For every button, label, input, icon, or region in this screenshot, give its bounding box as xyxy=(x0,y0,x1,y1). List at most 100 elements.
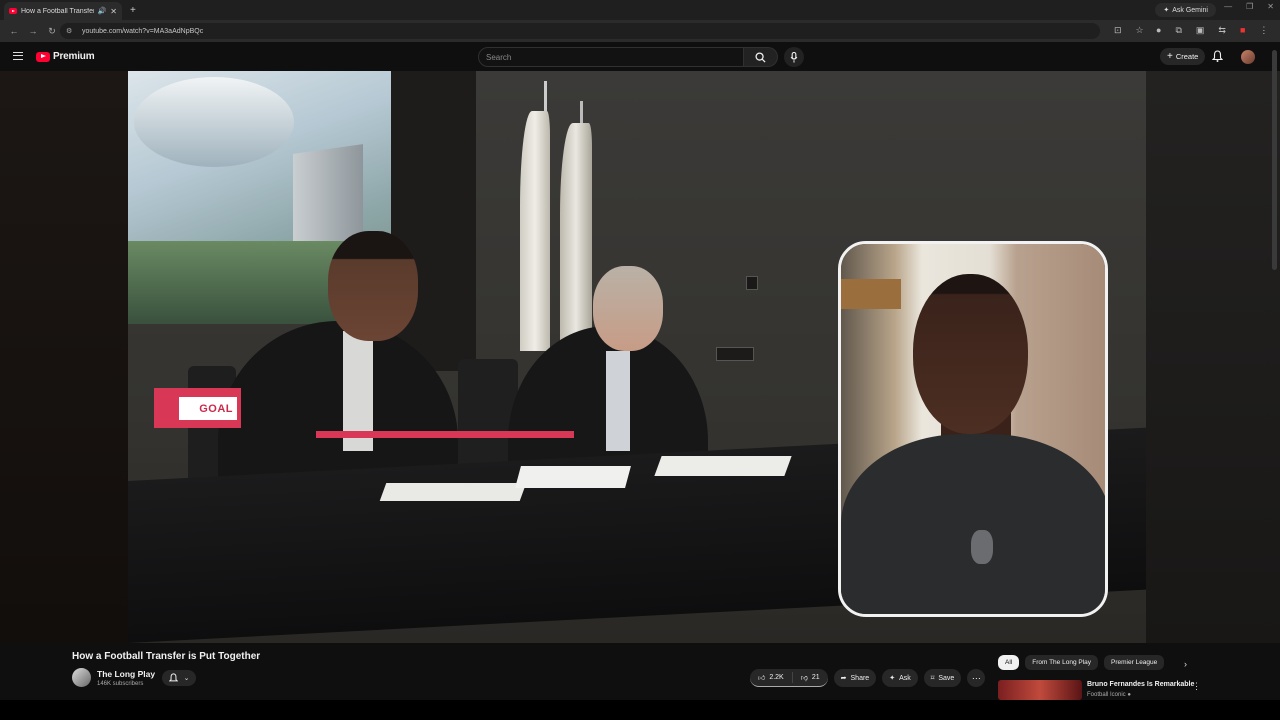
chevron-right-icon[interactable]: › xyxy=(1184,659,1187,669)
voice-search-button[interactable] xyxy=(784,47,804,67)
page-scrollbar[interactable] xyxy=(1272,50,1277,270)
forward-icon[interactable]: → xyxy=(28,26,38,36)
ask-button[interactable]: ✦ Ask xyxy=(882,669,918,687)
recommendation-chips: All From The Long Play Premier League xyxy=(998,655,1165,670)
omnibox-actions: ⊡ ☆ xyxy=(1114,25,1144,36)
recommendation-channel: Football Iconic ● xyxy=(1087,692,1131,698)
youtube-header: Premium Search + Create xyxy=(0,42,1280,71)
ask-label: Ask xyxy=(899,674,911,682)
recommendation-thumbnail[interactable] xyxy=(998,680,1082,700)
address-bar[interactable]: ⚙ youtube.com/watch?v=MA3aAdNpBQc xyxy=(60,23,1100,39)
search-icon xyxy=(755,51,766,63)
recommendation-title[interactable]: Bruno Fernandes Is Remarkable xyxy=(1087,681,1194,688)
youtube-logo[interactable]: Premium xyxy=(36,51,95,62)
search-input[interactable]: Search xyxy=(478,47,744,67)
like-count: 2.2K xyxy=(769,674,784,681)
flag xyxy=(520,111,550,351)
youtube-logo-icon xyxy=(36,51,50,62)
save-button[interactable]: ⌑ Save xyxy=(923,669,962,687)
window-controls: — ❐ ✕ xyxy=(1224,2,1274,11)
sidepanel-icon[interactable]: ▣ xyxy=(1196,25,1205,36)
presenter-inset xyxy=(838,241,1108,617)
browser-tab[interactable]: How a Football Transfer is P 🔊 ✕ xyxy=(4,2,122,20)
cast-icon[interactable]: ⇆ xyxy=(1218,25,1226,36)
chip-from-channel[interactable]: From The Long Play xyxy=(1025,655,1099,670)
contract-paper xyxy=(654,456,792,476)
plus-icon: + xyxy=(1167,51,1173,62)
chip-premier-league[interactable]: Premier League xyxy=(1104,655,1165,670)
dislike-button[interactable]: 👎︎ 21 xyxy=(793,669,828,686)
dislike-icon: 👎︎ xyxy=(800,675,808,682)
dislike-count: 21 xyxy=(811,674,820,681)
taskbar-strip xyxy=(0,700,1280,720)
like-dislike-group: 👍︎ 2.2K 👎︎ 21 xyxy=(750,669,828,687)
star-icon[interactable]: ☆ xyxy=(1136,25,1144,36)
video-player[interactable]: GOAL xyxy=(0,71,1280,643)
sparkle-icon: ✦ xyxy=(889,675,896,682)
mic-icon xyxy=(790,51,798,63)
like-button[interactable]: 👍︎ 2.2K xyxy=(750,669,792,686)
browser-menu-icon[interactable]: ⋮ xyxy=(1259,25,1268,36)
video-ambient-right xyxy=(1146,71,1280,643)
create-button[interactable]: + Create xyxy=(1160,48,1206,65)
browser-toolbar: ← → ↻ ⚙ youtube.com/watch?v=MA3aAdNpBQc … xyxy=(0,20,1280,42)
channel-name[interactable]: The Long Play xyxy=(97,669,155,679)
minimize-icon[interactable]: — xyxy=(1224,2,1232,11)
wall-switch xyxy=(716,347,754,361)
subscribed-button[interactable]: ⌄ xyxy=(162,670,196,686)
premium-label: Premium xyxy=(53,51,95,62)
bell-icon xyxy=(168,673,178,682)
extension-icons: ● ⧉ ▣ ⇆ ■ ⋮ xyxy=(1156,25,1268,36)
more-icon: ⋯ xyxy=(971,672,981,683)
bell-icon[interactable] xyxy=(1212,50,1223,62)
goal-logo-text: GOAL xyxy=(179,396,237,420)
share-button[interactable]: ➦ Share xyxy=(833,669,877,687)
youtube-favicon-icon xyxy=(9,8,17,14)
tab-title: How a Football Transfer is P xyxy=(21,7,94,15)
extensions-icon[interactable]: ⧉ xyxy=(1175,25,1181,36)
contract-paper xyxy=(515,466,631,488)
player-head xyxy=(328,231,418,341)
recommendation-menu-icon[interactable]: ⋮ xyxy=(1192,681,1201,692)
president-head xyxy=(593,266,663,351)
goal-logo-overlay: GOAL xyxy=(154,388,241,428)
ask-gemini-label: Ask Gemini xyxy=(1172,6,1208,14)
video-actions: 👍︎ 2.2K 👎︎ 21 ➦ Share ✦ Ask ⌑ Save ⋯ xyxy=(750,669,986,687)
channel-avatar[interactable] xyxy=(72,668,91,687)
speaker-icon[interactable]: 🔊 xyxy=(98,7,107,15)
shirt xyxy=(606,351,630,451)
profile-dot-icon[interactable]: ● xyxy=(1156,25,1161,36)
verified-icon: ● xyxy=(1127,692,1131,698)
share-label: Share xyxy=(850,674,870,682)
back-icon[interactable]: ← xyxy=(9,26,19,36)
bookmark-icon: ⌑ xyxy=(930,675,935,682)
new-tab-button[interactable]: + xyxy=(130,5,136,16)
wall-switch xyxy=(746,276,758,290)
extension-red-icon[interactable]: ■ xyxy=(1240,25,1245,36)
presenter-face xyxy=(913,274,1028,434)
subscriber-count: 146K subscribers xyxy=(97,681,144,687)
lapel-mic xyxy=(971,530,993,564)
video-ambient-left xyxy=(0,71,128,643)
share-icon: ➦ xyxy=(840,675,847,682)
like-icon: 👍︎ xyxy=(758,675,766,682)
more-actions-button[interactable]: ⋯ xyxy=(967,669,986,687)
flag xyxy=(560,123,592,353)
search-button[interactable] xyxy=(744,47,778,67)
create-label: Create xyxy=(1175,52,1199,61)
video-title: How a Football Transfer is Put Together xyxy=(72,651,261,662)
gemini-sparkle-icon: ✦ xyxy=(1163,7,1170,14)
contract-paper xyxy=(379,483,527,501)
site-info-icon[interactable]: ⚙ xyxy=(66,27,76,35)
install-icon[interactable]: ⊡ xyxy=(1114,25,1122,36)
menu-icon[interactable] xyxy=(13,52,23,60)
reload-icon[interactable]: ↻ xyxy=(47,26,57,37)
chip-all[interactable]: All xyxy=(998,655,1020,670)
user-avatar[interactable] xyxy=(1241,50,1255,64)
recommendation-channel-name: Football Iconic xyxy=(1087,692,1126,698)
ask-gemini-button[interactable]: ✦ Ask Gemini xyxy=(1155,3,1216,17)
close-tab-icon[interactable]: ✕ xyxy=(110,7,117,16)
url-text: youtube.com/watch?v=MA3aAdNpBQc xyxy=(82,27,204,35)
close-window-icon[interactable]: ✕ xyxy=(1267,2,1274,11)
maximize-icon[interactable]: ❐ xyxy=(1246,2,1253,11)
